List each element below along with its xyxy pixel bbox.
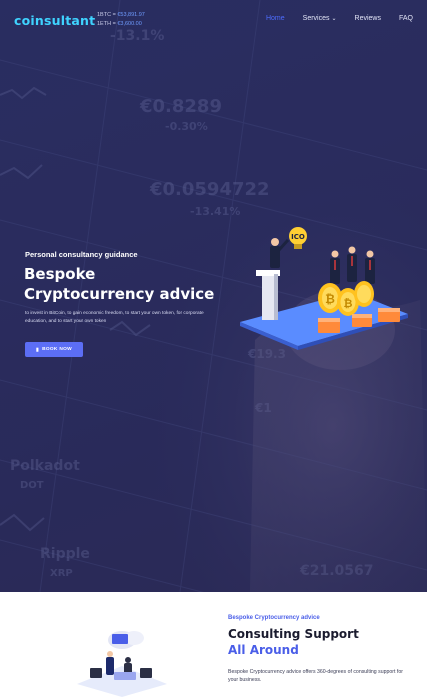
site-logo[interactable]: coinsultant bbox=[14, 13, 95, 28]
section-title: Consulting Support bbox=[228, 627, 359, 641]
ticker-eth: 1ETH = €3,600.00 bbox=[97, 21, 142, 27]
consulting-section: Bespoke Cryptocurrency advice Consulting… bbox=[0, 592, 427, 697]
calendar-icon: ▮ bbox=[36, 346, 40, 353]
hero-title: Bespoke Cryptocurrency advice bbox=[24, 265, 215, 303]
site-header: coinsultant 1BTC = €53,891.97 1ETH = €3,… bbox=[0, 0, 427, 40]
price-ticker: 1BTC = €53,891.97 1ETH = €3,600.00 bbox=[97, 11, 145, 29]
hero-eyebrow: Personal consultancy guidance bbox=[25, 250, 138, 259]
ico-label: ICO bbox=[291, 233, 305, 241]
consulting-illustration bbox=[77, 631, 167, 697]
ico-presentation-illustration: ICO ₿ ₿ bbox=[240, 227, 408, 350]
section-description: Bespoke Cryptocurrency advice offers 360… bbox=[228, 669, 403, 683]
hero-section: -13.1% €0.8289 -0.30% €0.0594722 -13.41%… bbox=[0, 0, 427, 592]
section-title-accent: All Around bbox=[228, 643, 299, 657]
main-nav: Home Services ⌄ Reviews FAQ bbox=[248, 15, 413, 22]
nav-services[interactable]: Services ⌄ bbox=[303, 15, 337, 22]
ticker-btc: 1BTC = €53,891.97 bbox=[97, 12, 145, 18]
chevron-down-icon: ⌄ bbox=[331, 16, 337, 22]
nav-reviews[interactable]: Reviews bbox=[355, 15, 381, 22]
svg-text:₿: ₿ bbox=[344, 297, 353, 310]
nav-faq[interactable]: FAQ bbox=[399, 15, 413, 22]
hero-description: to invest in BitCoin, to gain economic f… bbox=[25, 311, 204, 324]
book-now-button[interactable]: ▮ BOOK NOW bbox=[25, 342, 83, 357]
svg-text:₿: ₿ bbox=[325, 292, 335, 306]
section-eyebrow: Bespoke Cryptocurrency advice bbox=[228, 615, 320, 621]
nav-home[interactable]: Home bbox=[266, 15, 285, 22]
